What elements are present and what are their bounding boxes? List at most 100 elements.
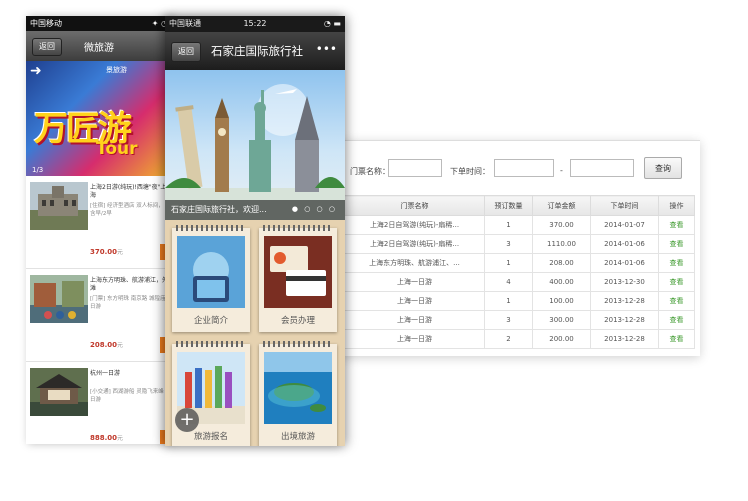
column-header: 下单时间 <box>590 195 659 216</box>
ticket-name-cell: 上海东方明珠、航游浦江、... <box>344 253 485 273</box>
tile-label: 会员办理 <box>280 316 315 326</box>
query-button[interactable]: 查询 <box>644 157 682 179</box>
view-link[interactable]: 查看 <box>658 329 695 349</box>
spiral-binding <box>263 225 333 231</box>
amount-cell: 1110.00 <box>532 234 591 254</box>
spiral-binding <box>263 341 333 347</box>
banner-art-subtext: Tour <box>96 139 138 159</box>
ticket-name-input[interactable] <box>388 159 442 177</box>
more-icon[interactable]: ••• <box>316 42 337 56</box>
carrier-label: 中国移动 <box>30 19 62 28</box>
view-link[interactable]: 查看 <box>658 291 695 311</box>
item-title: 杭州一日游 <box>90 370 121 377</box>
item-desc: [住宿] 经济型酒店 双人标间，含早/2早 <box>90 203 164 217</box>
table-row: 上海一日游 1 100.00 2013-12-28 查看 <box>344 291 695 311</box>
table-row: 上海东方明珠、航游浦江、... 1 208.00 2014-01-06 查看 <box>344 253 695 273</box>
amount-cell: 100.00 <box>532 291 591 311</box>
amount-cell: 200.00 <box>532 329 591 349</box>
quantity-cell: 1 <box>484 253 533 273</box>
order-time-label: 下单时间： <box>450 167 490 176</box>
tile-membership[interactable]: 会员办理 <box>259 225 337 332</box>
list-item[interactable]: 上海东方明珠、航游浦江，外滩 [门票] 东方明珠 南京路 城隍庙 日游 208.… <box>26 269 172 362</box>
member-cards-image <box>264 236 332 308</box>
date-cell: 2014-01-06 <box>590 234 659 254</box>
end-date-input[interactable] <box>570 159 634 177</box>
date-cell: 2014-01-06 <box>590 253 659 273</box>
date-range-separator: - <box>560 166 563 175</box>
globe-tablet-image <box>177 236 245 308</box>
amount-cell: 208.00 <box>532 253 591 273</box>
spiral-binding <box>176 341 246 347</box>
table-row: 上海2日自驾游(纯玩)-扇稀... 3 1110.00 2014-01-06 查… <box>344 234 695 254</box>
column-header: 订单金额 <box>532 195 591 216</box>
quantity-cell: 1 <box>484 291 533 311</box>
order-admin-panel: 门票名称： 下单时间： - 查询 门票名称 预订数量 订单金额 下单时间 操作 … <box>338 140 700 356</box>
clock-label: 15:22 <box>243 19 267 28</box>
tile-outbound-travel[interactable]: 出境旅游 <box>259 341 337 446</box>
tile-company-intro[interactable]: 企业简介 <box>172 225 250 332</box>
amount-cell: 300.00 <box>532 310 591 330</box>
table-row: 上海一日游 3 300.00 2013-12-28 查看 <box>344 310 695 330</box>
carousel-dots[interactable]: ● ○ ○ ○ <box>292 205 337 213</box>
table-header-row: 门票名称 预订数量 订单金额 下单时间 操作 <box>344 195 695 216</box>
banner-caption: 景旅游 <box>106 66 127 74</box>
list-item[interactable]: 上海2日游(纯玩)!西塘"夜"上海 [住宿] 经济型酒店 双人标间，含早/2早 … <box>26 176 172 269</box>
ticket-name-cell: 上海2日自驾游(纯玩)-扇稀... <box>344 215 485 235</box>
date-cell: 2013-12-28 <box>590 310 659 330</box>
back-arrow-icon[interactable]: ➜ <box>30 63 42 79</box>
quantity-cell: 2 <box>484 329 533 349</box>
ticket-name-label: 门票名称： <box>350 167 390 176</box>
column-header: 预订数量 <box>484 195 533 216</box>
ticket-name-cell: 上海2日自驾游(纯玩)-扇稀... <box>344 234 485 254</box>
phone-micro-travel: 中国移动 ✦ ◔ 返回 微旅游 ➜ 景旅游 万匠游 Tour 1/3 上海2日游… <box>26 16 172 444</box>
landmarks-banner[interactable]: 石家庄国际旅行社，欢迎... ● ○ ○ ○ <box>165 70 345 220</box>
tile-label: 旅游报名 <box>193 432 228 442</box>
view-link[interactable]: 查看 <box>658 310 695 330</box>
spiral-binding <box>176 225 246 231</box>
nav-bar: 返回 微旅游 <box>26 31 172 61</box>
orders-table: 门票名称 预订数量 订单金额 下单时间 操作 上海2日自驾游(纯玩)-扇稀...… <box>344 195 695 349</box>
ticket-name-cell: 上海一日游 <box>344 272 485 292</box>
back-button[interactable]: 返回 <box>171 42 201 62</box>
date-cell: 2013-12-28 <box>590 329 659 349</box>
tile-label: 企业简介 <box>193 316 228 326</box>
view-link[interactable]: 查看 <box>658 253 695 273</box>
quantity-cell: 4 <box>484 272 533 292</box>
amount-cell: 400.00 <box>532 272 591 292</box>
view-link[interactable]: 查看 <box>658 234 695 254</box>
date-cell: 2014-01-07 <box>590 215 659 235</box>
list-item[interactable]: 杭州一日游 [小交通] 西湖游船 灵隐飞来峰 日游 888.00元 <box>26 362 172 444</box>
item-title: 上海2日游(纯玩)!西塘"夜"上海 <box>90 184 167 199</box>
view-link[interactable]: 查看 <box>658 272 695 292</box>
ticket-name-cell: 上海一日游 <box>344 291 485 311</box>
amount-cell: 370.00 <box>532 215 591 235</box>
view-link[interactable]: 查看 <box>658 215 695 235</box>
world-landmarks-illustration <box>165 84 345 220</box>
item-title: 上海东方明珠、航游浦江，外滩 <box>90 277 169 292</box>
add-icon[interactable]: + <box>175 408 199 432</box>
date-cell: 2013-12-30 <box>590 272 659 292</box>
table-row: 上海2日自驾游(纯玩)-扇稀... 1 370.00 2014-01-07 查看 <box>344 215 695 235</box>
search-bar: 门票名称： 下单时间： - 查询 <box>338 155 700 185</box>
column-header: 操作 <box>658 195 695 216</box>
canal-photo <box>30 275 88 323</box>
item-desc: [门票] 东方明珠 南京路 城隍庙 日游 <box>90 296 166 310</box>
feature-grid: 企业简介 会员办理 旅游报名 出境旅游 + <box>165 220 345 446</box>
date-cell: 2013-12-28 <box>590 291 659 311</box>
tile-label: 出境旅游 <box>280 432 315 442</box>
table-row: 上海一日游 4 400.00 2013-12-30 查看 <box>344 272 695 292</box>
ticket-name-cell: 上海一日游 <box>344 329 485 349</box>
banner-carousel[interactable]: ➜ 景旅游 万匠游 Tour 1/3 <box>26 61 172 176</box>
quantity-cell: 3 <box>484 310 533 330</box>
item-price: 208.00元 <box>90 341 124 349</box>
status-bar: 中国移动 ✦ ◔ <box>26 16 172 31</box>
nav-bar: 返回 石家庄国际旅行社 ••• <box>165 32 345 70</box>
battery-icon: ◔ ▬ <box>323 19 341 28</box>
column-header: 门票名称 <box>344 195 485 216</box>
phone-travel-agency: 中国联通 15:22 ◔ ▬ 返回 石家庄国际旅行社 ••• 石家庄国际旅行社，… <box>165 16 345 446</box>
start-date-input[interactable] <box>494 159 554 177</box>
island-image <box>264 352 332 424</box>
building-photo <box>30 182 88 230</box>
page-title: 微旅游 <box>84 43 114 54</box>
page-title: 石家庄国际旅行社 <box>211 44 303 58</box>
